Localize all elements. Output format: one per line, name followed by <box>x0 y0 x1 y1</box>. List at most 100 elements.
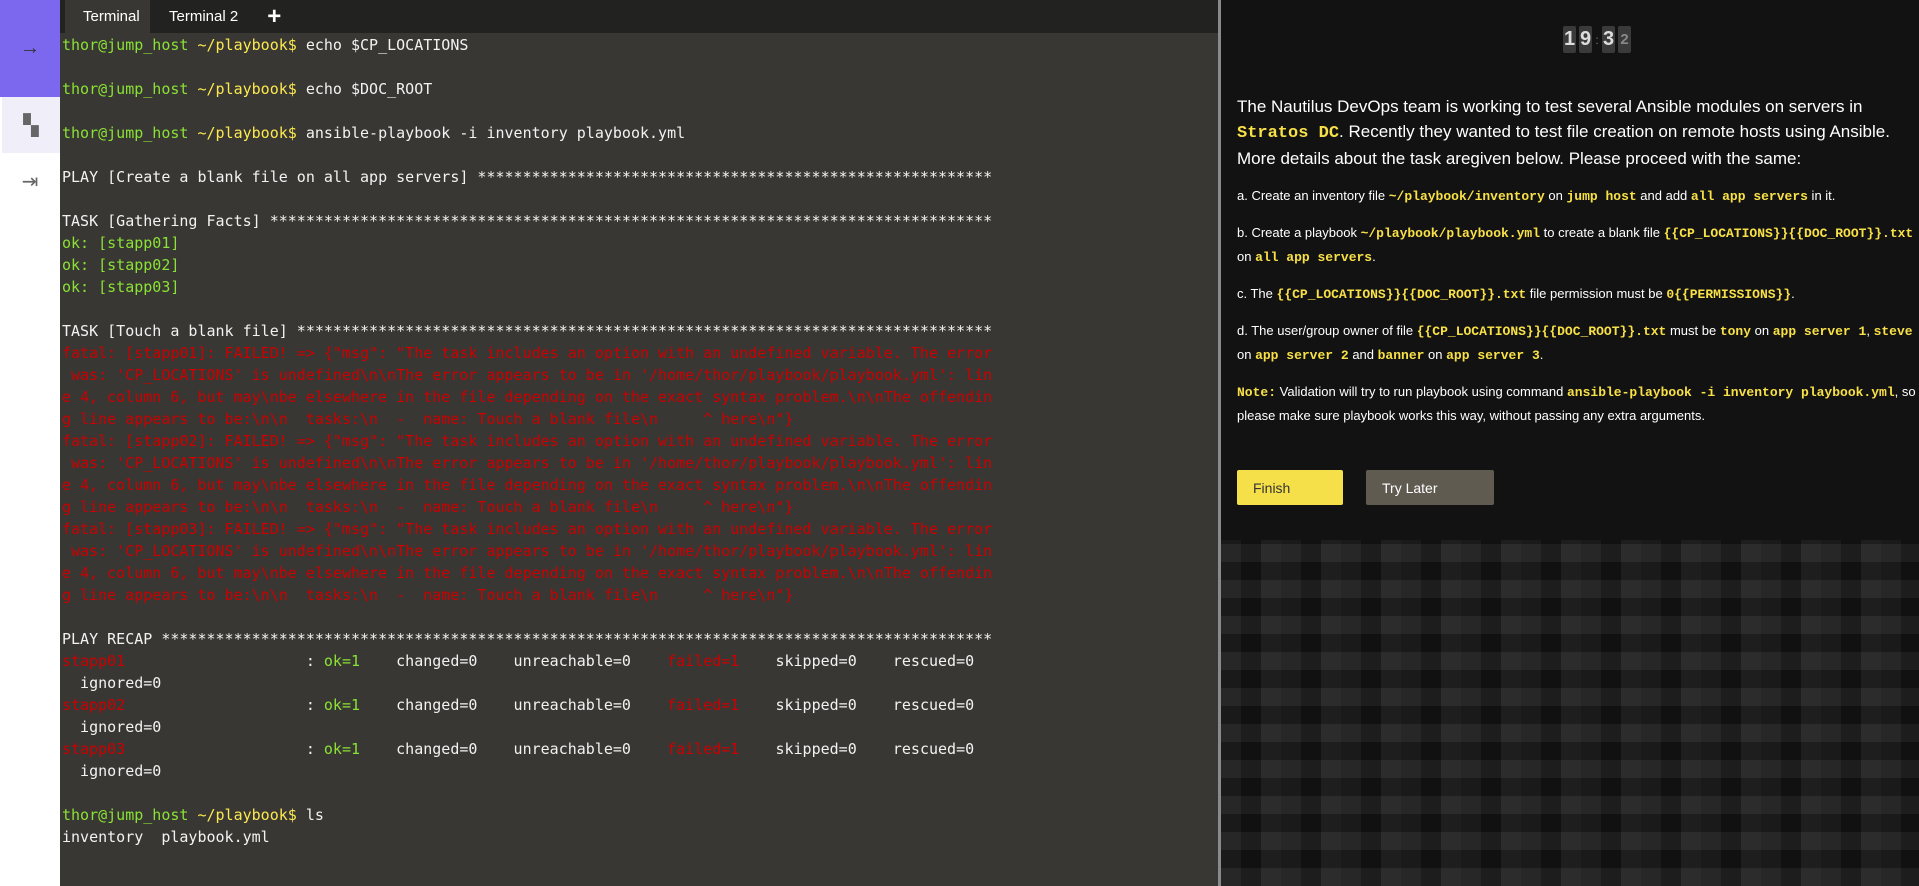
highlighted-term: ~/playbook/playbook.yml <box>1360 226 1541 241</box>
sidebar-exit-button[interactable]: ⇥ <box>0 153 60 209</box>
terminal-text: thor@jump_host <box>62 80 198 98</box>
terminal-text: fatal: [stapp02]: FAILED! => {"msg": "Th… <box>62 432 993 450</box>
terminal-line: was: 'CP_LOCATIONS' is undefined\n\nThe … <box>62 452 992 474</box>
sidebar-toggle-button[interactable]: → <box>0 0 60 97</box>
highlighted-term: 0{{PERMISSIONS}} <box>1666 287 1792 302</box>
terminal-line: fatal: [stapp02]: FAILED! => {"msg": "Th… <box>62 430 992 452</box>
highlighted-term: ansible-playbook -i inventory playbook.y… <box>1566 385 1895 400</box>
terminal-text: changed=0 unreachable=0 <box>360 740 668 758</box>
task-text: , <box>1866 323 1874 338</box>
highlighted-term: steve <box>1873 324 1913 339</box>
terminal-text: g line appears to be:\n\n tasks:\n - nam… <box>62 498 794 516</box>
highlighted-term: app server 3 <box>1446 348 1540 363</box>
terminal-text: inventory playbook.yml <box>62 828 270 846</box>
terminal-line: ignored=0 <box>62 760 992 782</box>
terminal-text: g line appears to be:\n\n tasks:\n - nam… <box>62 410 794 428</box>
terminal-line: inventory playbook.yml <box>62 826 992 848</box>
terminal-text: stapp02 <box>62 696 126 714</box>
task-text: in it. <box>1807 188 1836 203</box>
terminal-text: changed=0 unreachable=0 <box>360 696 668 714</box>
finish-button[interactable]: Finish <box>1237 470 1343 505</box>
terminal-line: was: 'CP_LOCATIONS' is undefined\n\nThe … <box>62 540 992 562</box>
try-later-button[interactable]: Try Later <box>1366 470 1494 505</box>
terminal-text: changed=0 unreachable=0 <box>360 652 668 670</box>
highlighted-term: Stratos DC <box>1237 124 1340 143</box>
terminal-text: failed=1 <box>667 652 740 670</box>
task-step: Note: Validation will try to run playboo… <box>1237 380 1917 427</box>
tab-terminal-2[interactable]: Terminal 2 <box>150 0 257 33</box>
terminal-text: ok: [stapp01] <box>62 234 180 252</box>
terminal-text: ignored=0 <box>62 674 162 692</box>
terminal-line: e 4, column 6, but may\nbe elsewhere in … <box>62 474 992 496</box>
countdown-timer: 1 9 : 3 2 <box>1563 26 1631 53</box>
timer-digit: 1 <box>1563 26 1576 53</box>
terminal-text: PLAY RECAP *****************************… <box>62 630 993 648</box>
highlighted-term: {{CP_LOCATIONS}}{{DOC_ROOT}}.txt <box>1663 226 1914 241</box>
highlighted-term: app server 2 <box>1255 348 1349 363</box>
terminal-text: ignored=0 <box>62 762 162 780</box>
task-text: b. Create a playbook <box>1237 225 1361 240</box>
terminal-text: : <box>125 652 324 670</box>
terminal-line: PLAY [Create a blank file on all app ser… <box>62 166 992 188</box>
sidebar-dashboard-button[interactable]: ▚ <box>2 97 60 153</box>
terminal-line: fatal: [stapp01]: FAILED! => {"msg": "Th… <box>62 342 992 364</box>
terminal-line: stapp01 : ok=1 changed=0 unreachable=0 f… <box>62 650 992 672</box>
task-text: . <box>1791 286 1795 301</box>
terminal-text: thor@jump_host <box>62 36 198 54</box>
terminal-text: e 4, column 6, but may\nbe elsewhere in … <box>62 564 993 582</box>
terminal-line: g line appears to be:\n\n tasks:\n - nam… <box>62 408 992 430</box>
highlighted-term: {{CP_LOCATIONS}}{{DOC_ROOT}}.txt <box>1416 324 1667 339</box>
terminal-text: fatal: [stapp01]: FAILED! => {"msg": "Th… <box>62 344 993 362</box>
task-text: file permission must be <box>1526 286 1667 301</box>
terminal-text: thor@jump_host <box>62 806 198 824</box>
terminal-line: e 4, column 6, but may\nbe elsewhere in … <box>62 562 992 584</box>
terminal-text: ignored=0 <box>62 718 162 736</box>
highlighted-term: {{CP_LOCATIONS}}{{DOC_ROOT}}.txt <box>1276 287 1527 302</box>
dashboard-icon: ▚ <box>23 114 39 137</box>
task-text: Validation will try to run playbook usin… <box>1276 384 1567 399</box>
terminal-text: was: 'CP_LOCATIONS' is undefined\n\nThe … <box>62 542 993 560</box>
terminal-line: stapp02 : ok=1 changed=0 unreachable=0 f… <box>62 694 992 716</box>
task-step: a. Create an inventory file ~/playbook/i… <box>1237 184 1917 208</box>
terminal-text: ls <box>305 806 324 824</box>
highlighted-term: app server 1 <box>1772 324 1867 339</box>
task-text: on <box>1751 323 1773 338</box>
task-intro: The Nautilus DevOps team is working to t… <box>1237 94 1917 171</box>
add-tab-button[interactable]: + <box>257 0 291 33</box>
terminal-text: ansible-playbook -i inventory playbook.y… <box>305 124 686 142</box>
terminal-text: stapp03 <box>62 740 126 758</box>
timer-digit: 2 <box>1618 26 1631 53</box>
task-step: c. The {{CP_LOCATIONS}}{{DOC_ROOT}}.txt … <box>1237 282 1917 306</box>
panel-texture <box>1221 540 1919 886</box>
task-step: d. The user/group owner of file {{CP_LOC… <box>1237 319 1917 367</box>
tab-terminal[interactable]: Terminal <box>65 0 150 33</box>
terminal-line: g line appears to be:\n\n tasks:\n - nam… <box>62 584 992 606</box>
highlighted-term: banner <box>1377 348 1425 363</box>
terminal-pane[interactable]: Terminal Terminal 2 + thor@jump_host ~/p… <box>60 0 1218 886</box>
terminal-text: echo $DOC_ROOT <box>305 80 433 98</box>
highlighted-term: Note: <box>1237 385 1277 400</box>
terminal-output[interactable]: thor@jump_host ~/playbook$ echo $CP_LOCA… <box>62 34 992 848</box>
terminal-text: ~/playbook$ <box>197 124 306 142</box>
terminal-text: TASK [Gathering Facts] *****************… <box>62 212 993 230</box>
terminal-line: was: 'CP_LOCATIONS' is undefined\n\nThe … <box>62 364 992 386</box>
arrow-right-icon: → <box>20 37 40 59</box>
terminal-text: thor@jump_host <box>62 124 198 142</box>
task-text: and add <box>1636 188 1691 203</box>
task-text: and <box>1348 347 1378 362</box>
task-text: on <box>1237 249 1256 264</box>
task-description: The Nautilus DevOps team is working to t… <box>1237 94 1917 440</box>
timer-digit: 3 <box>1602 26 1615 53</box>
terminal-text: fatal: [stapp03]: FAILED! => {"msg": "Th… <box>62 520 993 538</box>
task-text: must be <box>1666 323 1720 338</box>
terminal-line: stapp03 : ok=1 changed=0 unreachable=0 f… <box>62 738 992 760</box>
timer-separator: : <box>1595 32 1599 47</box>
task-text: a. Create an inventory file <box>1237 188 1389 203</box>
terminal-line: TASK [Touch a blank file] **************… <box>62 320 992 342</box>
terminal-text: failed=1 <box>667 696 740 714</box>
terminal-line: thor@jump_host ~/playbook$ echo $DOC_ROO… <box>62 78 992 100</box>
